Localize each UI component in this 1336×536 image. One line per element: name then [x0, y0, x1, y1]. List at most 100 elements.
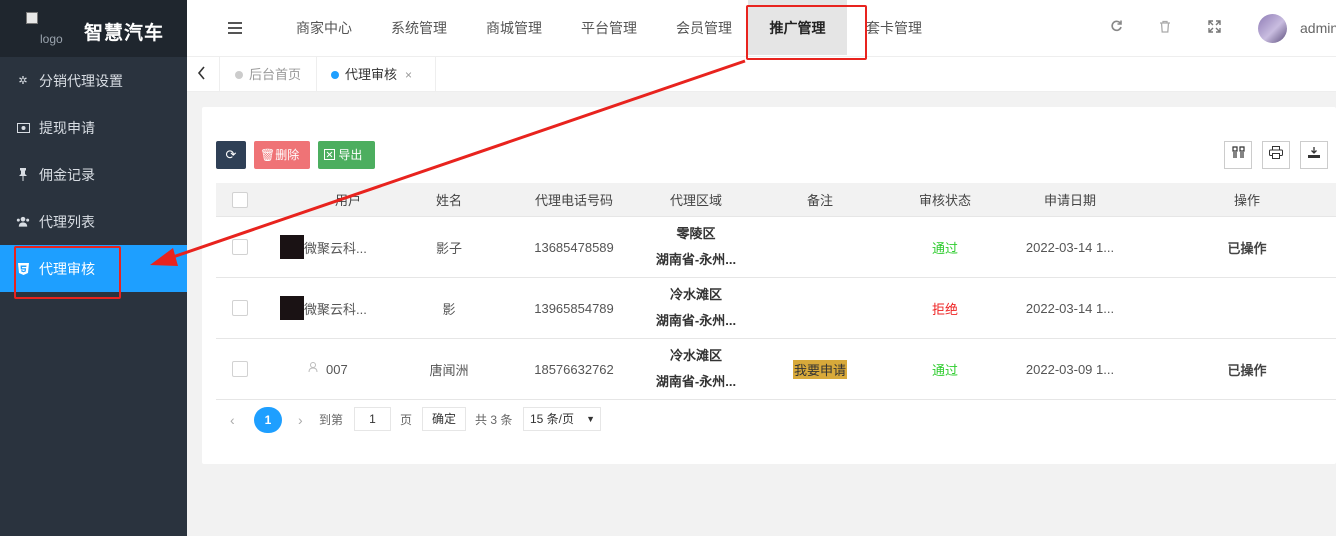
status-cell: 拒绝 — [931, 301, 958, 317]
print-icon[interactable] — [1262, 141, 1290, 169]
export-data-icon[interactable] — [1300, 141, 1328, 169]
sidebar-item-withdraw-request[interactable]: 提现申请 — [0, 104, 187, 151]
region-province: 湖南省-永州... — [655, 374, 737, 389]
chevron-left-icon[interactable] — [197, 66, 206, 83]
nav-platform-management[interactable]: 平台管理 — [571, 0, 647, 57]
nav-member-management[interactable]: 会员管理 — [666, 0, 742, 57]
table-refresh-button[interactable]: ⟳ — [216, 141, 246, 169]
remark-cell — [758, 278, 882, 338]
page-size-value: 15 条/页 — [530, 412, 575, 426]
sidebar: logo 智慧汽车 ✲ 分销代理设置 提现申请 佣金记录 代理列表 代理审核 — [0, 0, 187, 536]
app-title: 智慧汽车 — [84, 23, 165, 44]
sidebar-item-label: 分销代理设置 — [39, 72, 123, 89]
sidebar-item-label: 提现申请 — [39, 119, 95, 136]
next-page-icon[interactable]: › — [298, 407, 303, 433]
user-text: 微聚云科... — [304, 301, 367, 317]
delete-button[interactable]: 🗑删除 — [254, 141, 310, 169]
nav-promotion-management[interactable]: 推广管理 — [748, 0, 847, 55]
col-region[interactable]: 代理区域 — [634, 183, 758, 216]
table-row[interactable]: 007 唐闻洲 18576632762 冷水滩区 湖南省-永州... 我要申请 通… — [216, 339, 1336, 400]
region-cell: 零陵区 湖南省-永州... — [634, 217, 758, 277]
nav-system-management[interactable]: 系统管理 — [381, 0, 457, 57]
export-label: 导出 — [338, 148, 363, 162]
admin-username[interactable]: admin — [1300, 20, 1336, 36]
menu-toggle-icon[interactable] — [228, 22, 242, 34]
user-text: 007 — [326, 361, 348, 377]
col-remark[interactable]: 备注 — [758, 183, 882, 216]
page-size-select[interactable]: 15 条/页 ▼ — [523, 407, 601, 431]
nav-merchant-center[interactable]: 商家中心 — [286, 0, 362, 57]
remark-text: 我要申请 — [792, 359, 847, 379]
close-icon[interactable]: × — [405, 68, 412, 82]
col-date[interactable]: 申请日期 — [1008, 183, 1132, 216]
action-cell: 已操作 — [1227, 240, 1267, 256]
action-cell — [1132, 278, 1336, 338]
row-checkbox[interactable] — [232, 361, 248, 377]
logo-bar: logo 智慧汽车 — [0, 0, 187, 57]
nav-card-management[interactable]: 套卡管理 — [856, 0, 932, 57]
logo-alt-text: logo — [40, 32, 63, 46]
page-current-button[interactable]: 1 — [254, 407, 282, 433]
content-card: ⟳ 🗑删除 导出 用户 姓名 代理电话号码 代理区域 备注 审核状态 申请日期 … — [202, 107, 1336, 464]
col-status[interactable]: 审核状态 — [882, 183, 1008, 216]
table-row[interactable]: 微聚云科... 影 13965854789 冷水滩区 湖南省-永州... 拒绝 2… — [216, 278, 1336, 339]
col-name[interactable]: 姓名 — [384, 183, 514, 216]
date-cell: 2022-03-14 1... — [1025, 239, 1115, 255]
name-cell: 唐闻洲 — [429, 362, 469, 378]
columns-filter-icon[interactable] — [1224, 141, 1252, 169]
select-all-checkbox[interactable] — [232, 191, 248, 208]
action-cell: 已操作 — [1227, 362, 1267, 378]
redacted-avatar — [280, 296, 304, 320]
row-checkbox[interactable] — [232, 300, 248, 316]
date-cell: 2022-03-14 1... — [1025, 300, 1115, 316]
sidebar-item-distribution-settings[interactable]: ✲ 分销代理设置 — [0, 57, 187, 104]
sidebar-item-label: 代理列表 — [39, 213, 95, 230]
avatar[interactable] — [1258, 14, 1287, 43]
table-row[interactable]: 微聚云科... 影子 13685478589 零陵区 湖南省-永州... 通过 2… — [216, 217, 1336, 278]
sidebar-item-commission-records[interactable]: 佣金记录 — [0, 151, 187, 198]
phone-cell: 13965854789 — [534, 300, 614, 316]
remark-cell: 我要申请 — [758, 339, 882, 399]
col-phone[interactable]: 代理电话号码 — [514, 183, 634, 216]
pagination: ‹ 1 › 到第 页 确定 共 3 条 15 条/页 ▼ — [216, 407, 816, 435]
col-actions[interactable]: 操作 — [1132, 183, 1336, 216]
page-tabs: 后台首页 代理审核 × — [187, 57, 1336, 92]
tab-dashboard-home[interactable]: 后台首页 — [235, 57, 301, 92]
row-checkbox[interactable] — [232, 239, 248, 255]
tab-label: 后台首页 — [249, 67, 302, 82]
status-cell: 通过 — [931, 240, 958, 256]
status-cell: 通过 — [931, 362, 958, 378]
tab-agent-review[interactable]: 代理审核 × — [331, 57, 412, 92]
table-header: 用户 姓名 代理电话号码 代理区域 备注 审核状态 申请日期 操作 — [216, 183, 1336, 217]
region-cell: 冷水滩区 湖南省-永州... — [634, 278, 758, 338]
sidebar-item-agent-list[interactable]: 代理列表 — [0, 198, 187, 245]
region-province: 湖南省-永州... — [655, 252, 737, 267]
redacted-avatar — [280, 235, 304, 259]
export-icon — [324, 148, 338, 162]
export-button[interactable]: 导出 — [318, 141, 375, 169]
prev-page-icon[interactable]: ‹ — [230, 407, 235, 433]
region-cell: 冷水滩区 湖南省-永州... — [634, 339, 758, 399]
name-cell: 影 — [442, 301, 456, 317]
pin-icon — [16, 168, 30, 182]
nav-mall-management[interactable]: 商城管理 — [476, 0, 552, 57]
money-icon — [16, 121, 30, 135]
select-all-cell — [216, 183, 264, 216]
page-number-input[interactable] — [354, 407, 391, 431]
logo-image: logo — [24, 10, 76, 48]
refresh-icon[interactable] — [1108, 20, 1124, 36]
caret-down-icon: ▼ — [586, 414, 595, 424]
trash-icon[interactable] — [1157, 20, 1173, 36]
fullscreen-icon[interactable] — [1206, 20, 1222, 36]
trash-icon: 🗑 — [260, 148, 276, 162]
user-text: 微聚云科... — [304, 240, 367, 256]
remark-cell — [758, 217, 882, 277]
phone-cell: 18576632762 — [534, 361, 614, 377]
page-confirm-button[interactable]: 确定 — [422, 407, 466, 431]
sidebar-item-agent-review[interactable]: 代理审核 — [0, 245, 187, 292]
user-placeholder-icon — [308, 362, 318, 376]
date-cell: 2022-03-09 1... — [1025, 361, 1115, 377]
top-header: 商家中心 系统管理 商城管理 平台管理 会员管理 推广管理 套卡管理 admin — [187, 0, 1336, 57]
broken-image-icon — [26, 12, 38, 24]
region-province: 湖南省-永州... — [655, 313, 737, 328]
